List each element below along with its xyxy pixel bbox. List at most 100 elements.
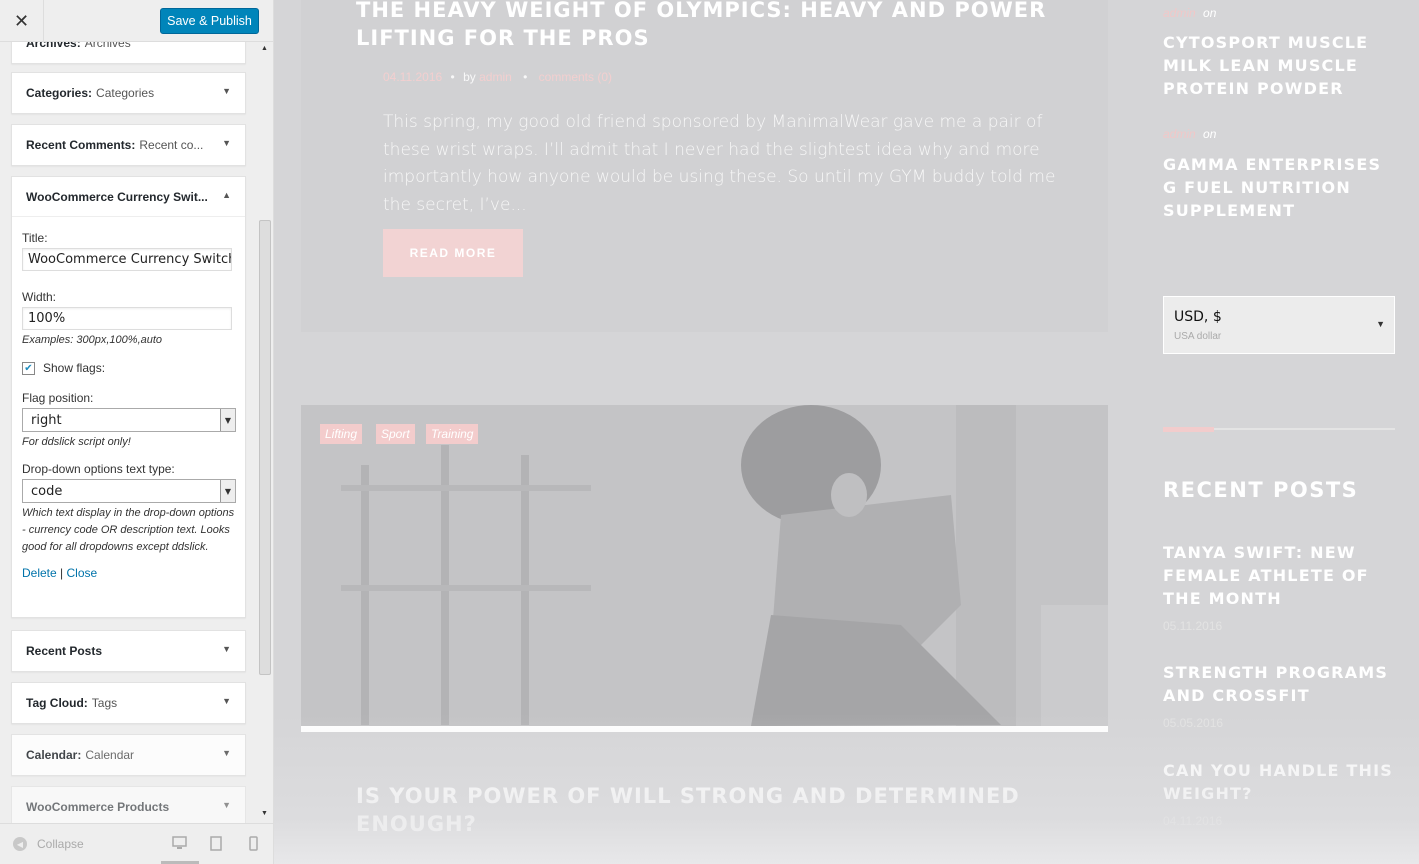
post-title[interactable]: THE HEAVY WEIGHT OF OLYMPICS: HEAVY AND … xyxy=(356,0,1076,52)
scrollbar[interactable]: ▲ ▼ xyxy=(258,42,273,822)
widget-subtitle: Tags xyxy=(91,696,118,710)
collapse-arrow-icon: ◀ xyxy=(13,837,27,851)
post-card: THE HEAVY WEIGHT OF OLYMPICS: HEAVY AND … xyxy=(301,0,1108,332)
recent-post-date: 05.05.2016 xyxy=(1163,716,1224,730)
title-input[interactable]: WooCommerce Currency Switche xyxy=(22,248,232,271)
scroll-thumb[interactable] xyxy=(259,220,271,675)
widget-title[interactable]: Recent Posts xyxy=(12,631,245,671)
widget-name: Tag Cloud: xyxy=(26,696,88,710)
widget-name: Recent Comments: xyxy=(26,138,136,152)
expand-arrow-icon[interactable]: ▼ xyxy=(222,644,231,654)
tag-training[interactable]: Training xyxy=(426,424,479,444)
read-more-button[interactable]: READ MORE xyxy=(383,229,523,277)
select-arrow-icon[interactable]: ▼ xyxy=(220,409,235,431)
show-flags-checkbox[interactable]: ✔ xyxy=(22,361,35,375)
customizer-panel: Archives: Archives Categories: Categorie… xyxy=(0,0,274,864)
close-customizer-icon[interactable]: ✕ xyxy=(0,0,44,42)
collapse-button[interactable]: ◀ Collapse xyxy=(13,837,84,851)
dropdown-arrow-icon: ▼ xyxy=(1376,319,1385,329)
widget-tag-cloud[interactable]: Tag Cloud: Tags ▼ xyxy=(11,682,246,724)
post-comments[interactable]: comments (0) xyxy=(539,70,612,84)
product-on: on xyxy=(1203,6,1217,20)
title-label: Title: xyxy=(22,231,48,245)
expand-arrow-icon[interactable]: ▼ xyxy=(222,696,231,706)
width-label: Width: xyxy=(22,290,57,304)
flag-position-select[interactable]: right ▼ xyxy=(22,408,236,432)
flag-position-hint: For ddslick script only! xyxy=(22,436,131,448)
scroll-down-icon[interactable]: ▼ xyxy=(261,810,268,817)
scroll-up-icon[interactable]: ▲ xyxy=(261,45,268,52)
site-preview: THE HEAVY WEIGHT OF OLYMPICS: HEAVY AND … xyxy=(274,0,1419,864)
post-meta: 04.11.2016 • by admin • comments (0) xyxy=(383,70,613,84)
expand-arrow-icon[interactable]: ▼ xyxy=(222,138,231,148)
post-title-2[interactable]: IS YOUR POWER OF WILL STRONG AND DETERMI… xyxy=(356,782,1056,838)
close-link[interactable]: Close xyxy=(67,566,98,580)
widget-subtitle: Recent co... xyxy=(139,138,204,152)
widget-name: WooCommerce Currency Swit... xyxy=(26,189,208,204)
width-input[interactable]: 100% xyxy=(22,307,232,330)
post-date: 04.11.2016 xyxy=(383,70,443,84)
product-title[interactable]: CYTOSPORT MUSCLE MILK LEAN MUSCLE PROTEI… xyxy=(1163,31,1398,100)
expand-arrow-icon[interactable]: ▼ xyxy=(222,86,231,96)
widget-name: Categories: xyxy=(26,86,93,100)
collapse-arrow-icon[interactable]: ▲ xyxy=(222,190,231,200)
recent-post-date: 05.11.2016 xyxy=(1163,619,1223,633)
width-hint: Examples: 300px,100%,auto xyxy=(22,334,163,346)
post-author[interactable]: admin xyxy=(479,70,512,84)
select-arrow-icon[interactable]: ▼ xyxy=(220,480,235,502)
widget-title[interactable]: WooCommerce Currency Swit... xyxy=(12,177,245,217)
tag-sport[interactable]: Sport xyxy=(376,424,415,444)
post-by: by xyxy=(463,70,476,84)
widget-categories[interactable]: Categories: Categories ▼ xyxy=(11,72,246,114)
widget-name: Calendar: xyxy=(26,748,82,762)
widget-form: Title: WooCommerce Currency Switche Widt… xyxy=(12,231,245,580)
currency-switcher-dropdown[interactable]: USD, $ USA dollar ▼ xyxy=(1163,296,1395,354)
save-publish-button[interactable]: Save & Publish xyxy=(160,8,259,34)
product-meta: admin on xyxy=(1163,6,1216,20)
widget-title[interactable]: Calendar: Calendar xyxy=(12,735,245,775)
product-on: on xyxy=(1203,127,1217,141)
recent-post-title[interactable]: TANYA SWIFT: NEW FEMALE ATHLETE OF THE M… xyxy=(1163,541,1398,610)
widget-calendar[interactable]: Calendar: Calendar ▼ xyxy=(11,734,246,776)
widget-subtitle: Calendar xyxy=(85,748,135,762)
mobile-preview-icon[interactable] xyxy=(249,836,258,854)
widget-title[interactable]: Tag Cloud: Tags xyxy=(12,683,245,723)
recent-post-title[interactable]: CAN YOU HANDLE THIS WEIGHT? xyxy=(1163,759,1398,805)
widget-recent-comments[interactable]: Recent Comments: Recent co... ▼ xyxy=(11,124,246,166)
dropdown-text-select[interactable]: code ▼ xyxy=(22,479,236,503)
expand-arrow-icon[interactable]: ▼ xyxy=(222,800,231,810)
dropdown-text-hint: Which text display in the drop-down opti… xyxy=(22,507,235,553)
dropdown-text-label: Drop-down options text type: xyxy=(22,462,175,476)
expand-arrow-icon[interactable]: ▼ xyxy=(222,748,231,758)
widget-name: WooCommerce Products xyxy=(26,800,170,814)
recent-posts-heading: RECENT POSTS xyxy=(1163,478,1359,502)
site-sidebar: admin on CYTOSPORT MUSCLE MILK LEAN MUSC… xyxy=(1163,0,1419,864)
widget-subtitle: Categories xyxy=(96,86,155,100)
widget-currency-switcher: WooCommerce Currency Swit... ▲ Title: Wo… xyxy=(11,176,246,618)
widget-recent-posts[interactable]: Recent Posts ▼ xyxy=(11,630,246,672)
widget-woocommerce-products[interactable]: WooCommerce Products ▼ xyxy=(11,786,246,828)
flag-position-value: right xyxy=(31,412,62,428)
product-author: admin xyxy=(1163,127,1196,141)
recent-post-date: 04.11.2016 xyxy=(1163,814,1223,828)
widget-title[interactable]: Categories: Categories xyxy=(12,73,245,113)
customizer-footer: ◀ Collapse xyxy=(0,823,273,864)
widget-title[interactable]: Recent Comments: Recent co... xyxy=(12,125,245,165)
divider-accent xyxy=(1163,427,1214,432)
recent-post-title[interactable]: STRENGTH PROGRAMS AND CROSSFIT xyxy=(1163,661,1398,707)
image-underline xyxy=(301,726,1108,732)
athlete-photo xyxy=(301,405,1108,726)
currency-description: USA dollar xyxy=(1174,331,1222,342)
post-excerpt: This spring, my good old friend sponsore… xyxy=(383,112,1056,215)
widget-title[interactable]: WooCommerce Products xyxy=(12,787,245,827)
link-separator: | xyxy=(60,566,64,580)
delete-link[interactable]: Delete xyxy=(22,566,57,580)
desktop-preview-icon[interactable] xyxy=(172,836,187,853)
dropdown-text-value: code xyxy=(31,483,63,499)
tablet-preview-icon[interactable] xyxy=(210,836,222,854)
customizer-header: ✕ Save & Publish xyxy=(0,0,273,42)
collapse-label: Collapse xyxy=(37,837,84,851)
tag-lifting[interactable]: Lifting xyxy=(320,424,363,444)
post-image[interactable] xyxy=(301,405,1108,726)
product-title[interactable]: GAMMA ENTERPRISES G FUEL NUTRITION SUPPL… xyxy=(1163,153,1398,222)
